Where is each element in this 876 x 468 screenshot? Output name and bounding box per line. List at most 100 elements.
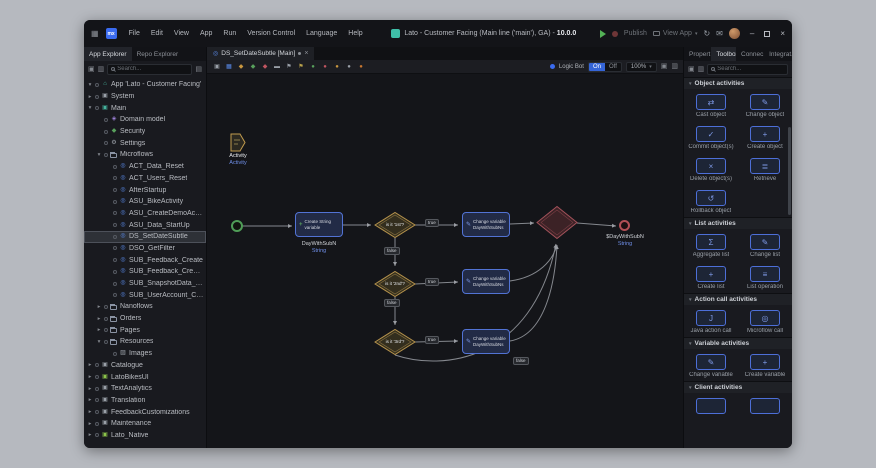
logic-bot-toggle[interactable]: On Off: [588, 62, 622, 72]
section-client-activities[interactable]: ▾Client activities: [684, 381, 792, 393]
tree-item-images[interactable]: ▨Images: [84, 348, 206, 360]
tree-item-feedbackcustomizations[interactable]: ▸▣FeedbackCustomizations: [84, 406, 206, 418]
add-start-event-icon[interactable]: ⚑: [284, 62, 294, 72]
tab-integrat[interactable]: Integrat...: [764, 47, 792, 61]
close-button[interactable]: ×: [780, 30, 785, 38]
menu-version-control[interactable]: Version Control: [242, 27, 300, 40]
tree-item-orders[interactable]: ▸Orders: [84, 313, 206, 325]
toolbox-item-aggregate-list[interactable]: ΣAggregate list: [684, 229, 738, 261]
toolbox-search[interactable]: [707, 64, 788, 75]
chevron-right-icon[interactable]: ▸: [87, 421, 93, 427]
menu-help[interactable]: Help: [343, 27, 367, 40]
tree-item-domain-model[interactable]: ◈Domain model: [84, 114, 206, 126]
export-image-icon[interactable]: ▣: [212, 62, 222, 72]
explorer-search[interactable]: [107, 64, 192, 75]
chevron-down-icon[interactable]: ▾: [96, 339, 102, 345]
menu-edit[interactable]: Edit: [146, 27, 168, 40]
add-merge-icon[interactable]: ◆: [248, 62, 258, 72]
expand-panel-icon[interactable]: ▣: [661, 63, 668, 70]
explorer-search-input[interactable]: [117, 66, 188, 72]
tree-item-main[interactable]: ▾▣Main: [84, 102, 206, 114]
mendix-logo[interactable]: mx: [106, 28, 117, 39]
add-loop-icon[interactable]: ●: [308, 62, 318, 72]
tree-item-microflows[interactable]: ▾Microflows: [84, 149, 206, 161]
tree-item-sub-useraccount-create[interactable]: ◎SUB_UserAccount_Create: [84, 289, 206, 301]
toolbox-item-create-list[interactable]: +Create list: [684, 261, 738, 293]
chevron-down-icon[interactable]: ▾: [87, 82, 93, 88]
toolbox-item-retrieve[interactable]: ≣Retrieve: [738, 153, 792, 185]
section-object-activities[interactable]: ▾Object activities: [684, 77, 792, 89]
menu-file[interactable]: File: [124, 27, 145, 40]
menu-view[interactable]: View: [169, 27, 194, 40]
feedback-icon[interactable]: ✉: [716, 29, 723, 38]
app-grid-icon[interactable]: ▦: [91, 29, 99, 38]
tree-item-nanoflows[interactable]: ▸Nanoflows: [84, 301, 206, 313]
toolbox-item-partial[interactable]: [684, 393, 738, 417]
tree-item-translation[interactable]: ▸▣Translation: [84, 395, 206, 407]
tree-item-textanalytics[interactable]: ▸▣TextAnalytics: [84, 383, 206, 395]
toolbox-item-list-operation[interactable]: ≡List operation: [738, 261, 792, 293]
menu-run[interactable]: Run: [218, 27, 241, 40]
tree-item-asu-data-startup[interactable]: ◎ASU_Data_StartUp: [84, 219, 206, 231]
grid-view-icon[interactable]: ▥: [698, 66, 705, 73]
chevron-right-icon[interactable]: ▸: [87, 409, 93, 415]
add-continue-event-icon[interactable]: ●: [332, 62, 342, 72]
menu-language[interactable]: Language: [301, 27, 342, 40]
tree-item-lato-native[interactable]: ▸▣Lato_Native: [84, 430, 206, 442]
add-decision-icon[interactable]: ◆: [236, 62, 246, 72]
toolbox-item-change-list[interactable]: ✎Change list: [738, 229, 792, 261]
microflow-canvas[interactable]: Activity Activity + Create String variab…: [207, 74, 683, 448]
tree-item-sub-feedback-createsingle[interactable]: ◎SUB_Feedback_CreateSingle: [84, 266, 206, 278]
tree-item-afterstartup[interactable]: ◎AfterStartup: [84, 184, 206, 196]
chevron-down-icon[interactable]: ▾: [96, 152, 102, 158]
change-variable-activity-1[interactable]: ✎ Change variable DayWithSubNs: [462, 212, 510, 237]
view-app-button[interactable]: View App ▾: [653, 30, 698, 37]
chevron-right-icon[interactable]: ▸: [87, 432, 93, 438]
toolbox-item-commit-object-s[interactable]: ✓Commit object(s): [684, 121, 738, 153]
toolbox-item-change-object[interactable]: ✎Change object: [738, 89, 792, 121]
toolbox-item-change-variable[interactable]: ✎Change variable: [684, 349, 738, 381]
chevron-right-icon[interactable]: ▸: [87, 397, 93, 403]
create-variable-activity[interactable]: + Create String variable: [295, 212, 343, 237]
publish-button[interactable]: Publish: [624, 30, 647, 37]
toggle-on[interactable]: On: [589, 63, 605, 71]
section-action-call-activities[interactable]: ▾Action call activities: [684, 293, 792, 305]
toolbox-item-java-action-call[interactable]: JJava action call: [684, 305, 738, 337]
tab-toolbox[interactable]: Toolbox: [711, 47, 736, 61]
chevron-right-icon[interactable]: ▸: [87, 94, 93, 100]
add-break-event-icon[interactable]: ●: [320, 62, 330, 72]
document-tab[interactable]: ◎ DS_SetDateSubtle [Main] ×: [207, 47, 314, 60]
toolbox-search-input[interactable]: [717, 66, 784, 72]
add-annotation-icon[interactable]: ▬: [272, 62, 282, 72]
tree-item-latobikesui[interactable]: ▸▣LatoBikesUI: [84, 371, 206, 383]
menu-app[interactable]: App: [195, 27, 217, 40]
filter-icon[interactable]: ▤: [195, 66, 202, 73]
change-variable-activity-3[interactable]: ✎ Change variable DayWithSubNs: [462, 329, 510, 354]
chevron-right-icon[interactable]: ▸: [87, 386, 93, 392]
tree-item-app-lato-customer-facing[interactable]: ▾⌂App 'Lato - Customer Facing': [84, 79, 206, 91]
collapse-all-icon[interactable]: ▣: [88, 66, 95, 73]
toolbox-item-partial[interactable]: [738, 393, 792, 417]
toolbox-item-create-variable[interactable]: +Create variable: [738, 349, 792, 381]
maximize-button[interactable]: [764, 31, 770, 37]
add-object-type-decision-icon[interactable]: ◆: [260, 62, 270, 72]
zoom-select[interactable]: 100% ▾: [626, 62, 657, 72]
tree-item-security[interactable]: ◆Security: [84, 126, 206, 138]
minimize-button[interactable]: –: [750, 30, 754, 38]
toolbox-item-delete-object-s[interactable]: ×Delete object(s): [684, 153, 738, 185]
tree-item-catalogue[interactable]: ▸▣Catalogue: [84, 360, 206, 372]
tree-item-maintenance[interactable]: ▸▣Maintenance: [84, 418, 206, 430]
locate-icon[interactable]: ▥: [98, 66, 105, 73]
toolbox-item-microflow-call[interactable]: ◎Microflow call: [738, 305, 792, 337]
tree-item-asu-createdemoaccounts[interactable]: ◎ASU_CreateDemoAccounts: [84, 208, 206, 220]
layout-grid-icon[interactable]: ▦: [224, 62, 234, 72]
chevron-right-icon[interactable]: ▸: [96, 327, 102, 333]
run-button[interactable]: [600, 30, 606, 38]
tree-item-dso-getfilter[interactable]: ◎DSO_GetFilter: [84, 243, 206, 255]
section-variable-activities[interactable]: ▾Variable activities: [684, 337, 792, 349]
list-view-icon[interactable]: ▣: [688, 66, 695, 73]
chevron-right-icon[interactable]: ▸: [87, 362, 93, 368]
tab-app-explorer[interactable]: App Explorer: [84, 47, 132, 61]
toolbox-item-rollback-object[interactable]: ↺Rollback object: [684, 185, 738, 217]
tree-item-system[interactable]: ▸▣System: [84, 91, 206, 103]
